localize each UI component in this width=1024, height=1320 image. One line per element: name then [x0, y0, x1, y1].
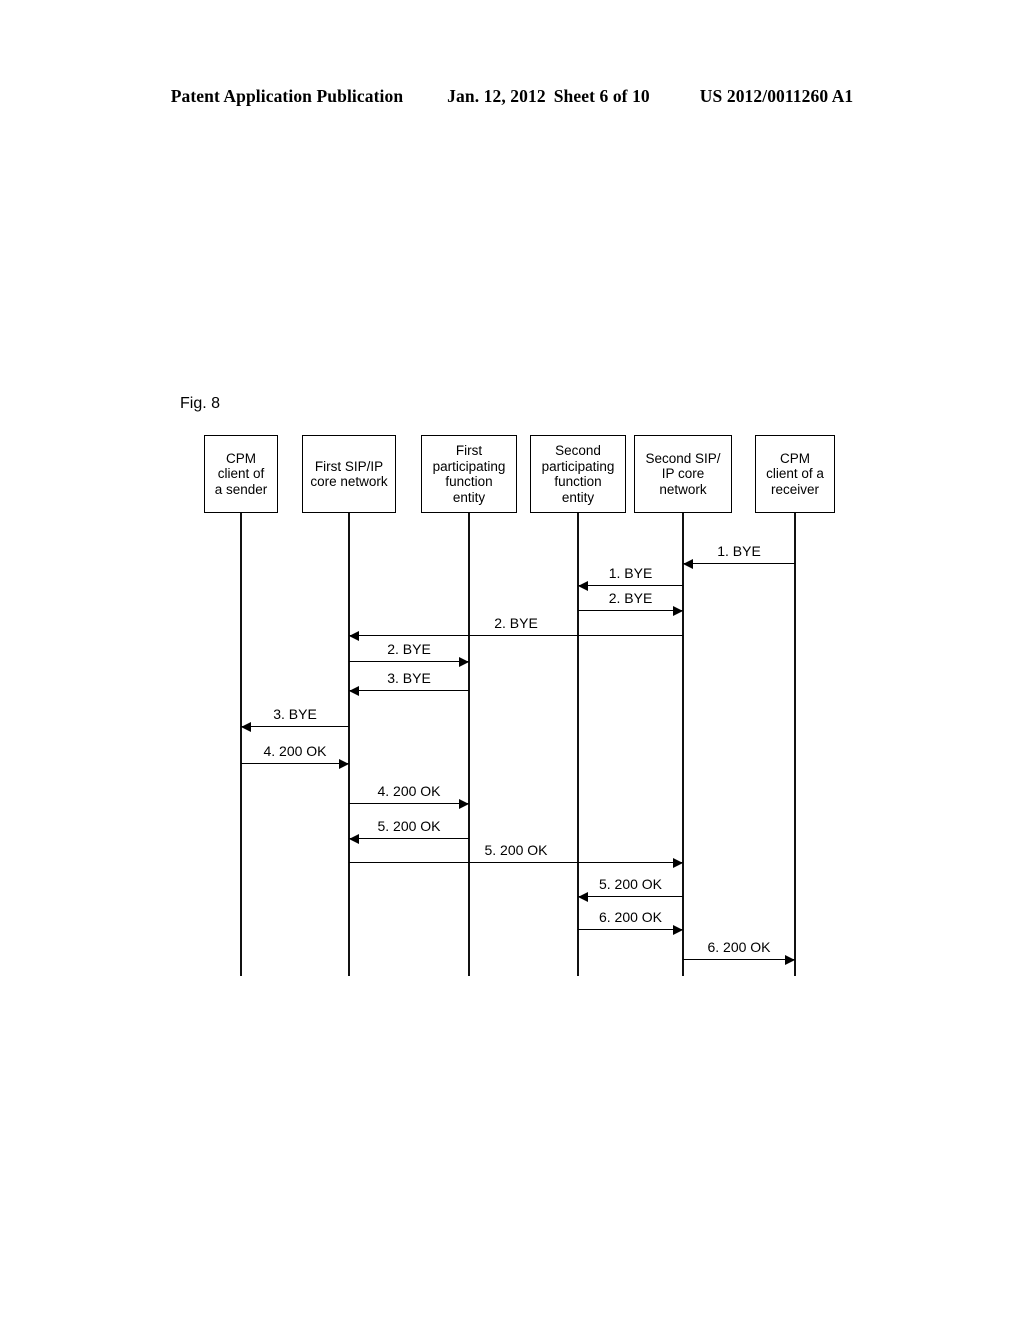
arrowhead-icon [241, 721, 251, 732]
message-label-m4: 2. BYE [494, 615, 538, 631]
message-line [578, 896, 683, 898]
entity-box-second-pf-entity: Second participating function entity [530, 435, 626, 513]
message-label-m7: 3. BYE [273, 706, 317, 722]
figure-label: Fig. 8 [180, 395, 221, 412]
message-line [349, 862, 683, 864]
arrowhead-icon [339, 758, 349, 769]
message-label-m2: 1. BYE [608, 565, 653, 581]
message-line [578, 610, 683, 612]
entity-label-second-sip-core: Second SIP/IP core network [645, 450, 721, 497]
message-line [241, 726, 349, 728]
arrowhead-icon [673, 924, 683, 935]
entity-label-first-pf-entity: First participating function entity [432, 443, 506, 505]
lifeline-second-sip-core [682, 513, 684, 976]
entity-box-cpm-receiver: CPM client of a receiver [755, 435, 835, 513]
sequence-diagram: Fig. 8 CPM client of a sender First SIP/IP c… [0, 0, 1024, 1320]
message-line [683, 563, 795, 565]
entity-label-first-sip-core: First SIP/IP core network [310, 458, 388, 490]
message-label-m14: 6. 200 OK [707, 939, 771, 955]
message-label-m6: 3. BYE [387, 670, 431, 686]
message-label-m11: 5. 200 OK [484, 842, 548, 858]
message-label-m1: 1. BYE [717, 543, 761, 559]
lifeline-cpm-receiver [794, 513, 796, 976]
entity-box-first-sip-core: First SIP/IP core network [302, 435, 396, 513]
entity-box-cpm-sender: CPM client of a sender [204, 435, 278, 513]
message-line [578, 929, 683, 931]
message-line [349, 803, 469, 805]
entity-box-first-pf-entity: First participating function entity [421, 435, 517, 513]
message-line [241, 763, 349, 765]
entity-label-cpm-sender: CPM client of a sender [214, 450, 268, 497]
entity-label-cpm-receiver: CPM client of a receiver [766, 450, 824, 497]
entity-label-second-pf-entity: Second participating function entity [541, 443, 615, 505]
message-label-m5: 2. BYE [387, 641, 431, 657]
message-label-m12: 5. 200 OK [598, 876, 663, 892]
arrowhead-icon [349, 630, 359, 641]
message-label-m9: 4. 200 OK [377, 783, 441, 799]
message-label-m8: 4. 200 OK [263, 743, 327, 759]
message-line [349, 838, 469, 840]
message-line [349, 635, 683, 637]
arrowhead-icon [785, 954, 795, 965]
message-line [349, 661, 469, 663]
arrowhead-icon [578, 891, 588, 902]
lifeline-first-pf-entity [468, 513, 470, 976]
arrowhead-icon [349, 685, 359, 696]
arrowhead-icon [683, 558, 693, 569]
message-label-m3: 2. BYE [608, 590, 653, 606]
arrowhead-icon [459, 798, 469, 809]
arrowhead-icon [459, 656, 469, 667]
message-line [578, 585, 683, 587]
arrowhead-icon [673, 857, 683, 868]
message-label-m13: 6. 200 OK [598, 909, 663, 925]
message-line [683, 959, 795, 961]
message-label-m10: 5. 200 OK [377, 818, 441, 834]
message-line [349, 690, 469, 692]
entity-box-second-sip-core: Second SIP/IP core network [634, 435, 732, 513]
